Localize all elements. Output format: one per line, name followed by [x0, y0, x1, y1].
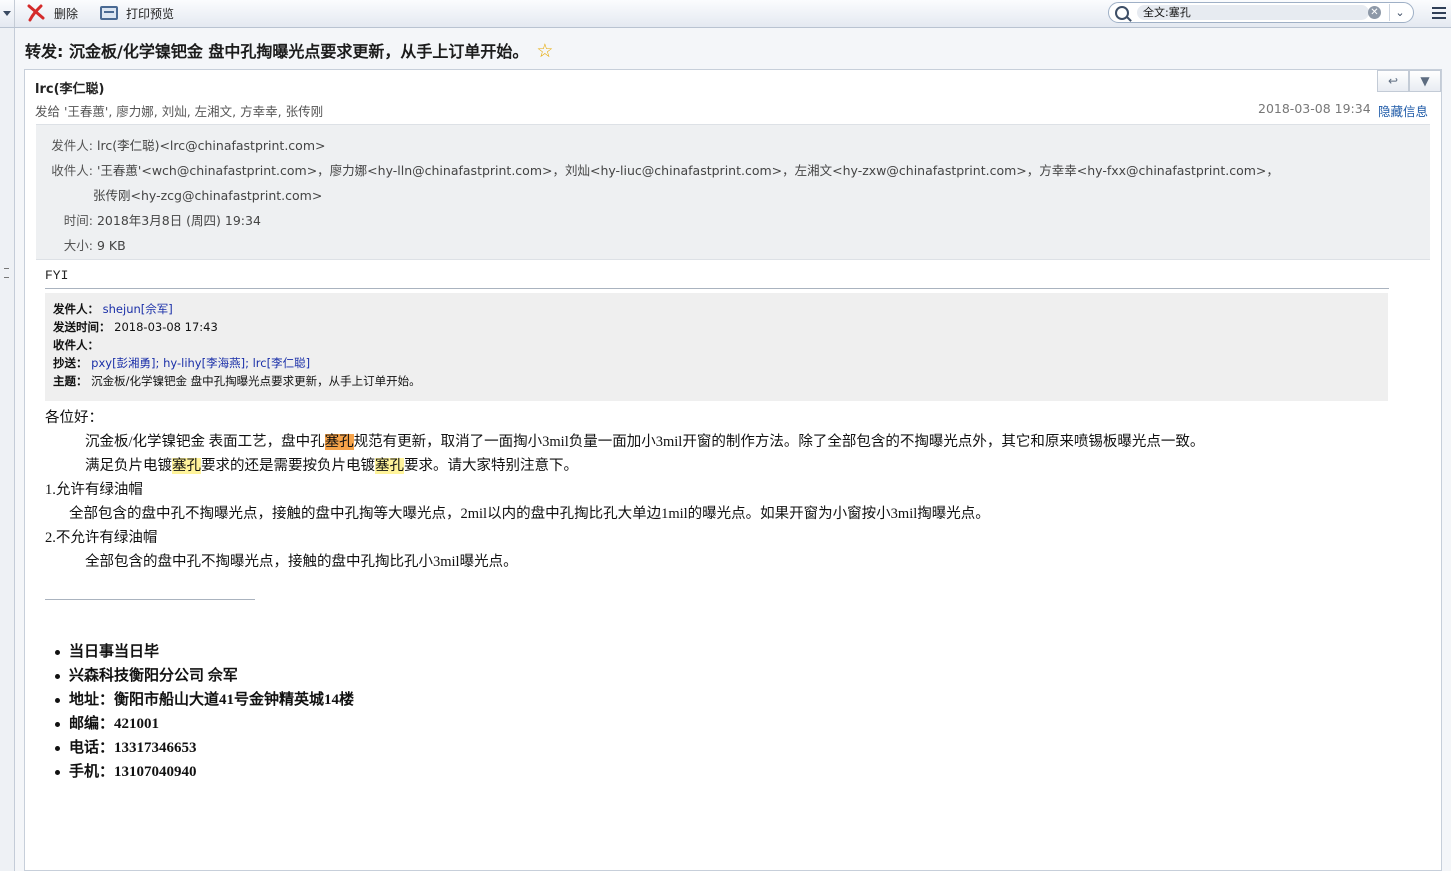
paragraph-2-text: 要求。请大家特别注意下。 — [404, 458, 578, 474]
detail-size-row: 大小: 9 KB — [36, 235, 126, 254]
subject-text: 转发: 沉金板/化学镍钯金 盘中孔掏曝光点要求更新，从手上订单开始。 — [25, 42, 529, 61]
quoted-subject-row: 主题： 沉金板/化学镍钯金 盘中孔掏曝光点要求更新，从手上订单开始。 — [53, 373, 421, 389]
signature-line: 地址：衡阳市船山大道41号金钟精英城14楼 — [54, 688, 354, 712]
search-highlight: 塞孔 — [172, 458, 201, 474]
left-pane-splitter[interactable] — [0, 28, 15, 871]
quoted-cc-row: 抄送： pxy[彭湘勇]; hy-lihy[李海燕]; lrc[李仁聪] — [53, 355, 310, 371]
star-icon[interactable]: ☆ — [536, 40, 553, 62]
quoted-cc-3[interactable]: lrc[李仁聪] — [253, 356, 310, 370]
heading-2: 2.不允许有绿油帽 — [45, 530, 158, 546]
delete-icon — [26, 4, 48, 22]
quoted-sent-value: 2018-03-08 17:43 — [114, 320, 218, 334]
detail-to-value-2[interactable]: 张传刚<hy-zcg@chinafastprint.com> — [93, 188, 322, 203]
signature-line: 电话：13317346653 — [54, 736, 354, 760]
search-icon — [1115, 6, 1129, 20]
detail-to-row: 收件人: '王春蕙'<wch@chinafastprint.com>，廖力娜<h… — [36, 160, 1279, 179]
delete-button[interactable]: 删除 — [26, 3, 78, 23]
heading-1: 1.允许有绿油帽 — [45, 482, 143, 498]
search-input[interactable] — [1137, 5, 1369, 20]
message-panel: lrc(李仁聪) 发给 '王春蕙', 廖力娜, 刘灿, 左湘文, 方幸幸, 张传… — [24, 69, 1442, 871]
signature-list: 当日事当日毕 兴森科技衡阳分公司 佘军 地址：衡阳市船山大道41号金钟精英城14… — [54, 640, 354, 784]
search-options-button[interactable]: ⌄ — [1389, 4, 1410, 21]
paragraph-2: 满足负片电镀塞孔要求的还是需要按负片电镀塞孔要求。请大家特别注意下。 — [85, 454, 578, 475]
message-actions: ↩ ▼ — [1377, 70, 1441, 92]
signature-separator — [45, 599, 255, 600]
search-box: ✕ ⌄ — [1108, 2, 1414, 23]
signature-line: 当日事当日毕 — [54, 640, 354, 664]
quoted-subject-value: 沉金板/化学镍钯金 盘中孔掏曝光点要求更新，从手上订单开始。 — [91, 374, 421, 388]
paragraph-4: 全部包含的盘中孔不掏曝光点，接触的盘中孔掏比孔小3mil曝光点。 — [85, 554, 518, 570]
paragraph-2-text: 要求的还是需要按负片电镀 — [201, 458, 375, 474]
quoted-sent-label: 发送时间： — [53, 320, 111, 334]
quoted-cc-label: 抄送： — [53, 356, 88, 370]
body-separator — [45, 288, 1389, 289]
paragraph-3: 全部包含的盘中孔不掏曝光点，接触的盘中孔掏等大曝光点，2mil以内的盘中孔掏比孔… — [69, 506, 990, 522]
toolbar: 删除 打印预览 ✕ ⌄ — [0, 0, 1451, 28]
signature-line: 邮编：421001 — [54, 712, 354, 736]
detail-time-value: 2018年3月8日 (周四) 19:34 — [96, 213, 261, 228]
greeting: 各位好： — [45, 410, 103, 426]
paragraph-2-text: 满足负片电镀 — [85, 458, 172, 474]
quoted-header: 发件人： shejun[佘军] 发送时间： 2018-03-08 17:43 收… — [45, 293, 1388, 401]
detail-to-label: 收件人: — [51, 163, 93, 178]
detail-time-row: 时间: 2018年3月8日 (周四) 19:34 — [36, 210, 261, 229]
signature-line: 兴森科技衡阳分公司 佘军 — [54, 664, 354, 688]
paragraph-1-text: 规范有更新，取消了一面掏小3mil负量一面加小3mil开窗的制作方法。除了全部包… — [353, 434, 1205, 450]
detail-from-label: 发件人: — [51, 138, 93, 153]
print-preview-button[interactable]: 打印预览 — [98, 3, 174, 23]
paragraph-1: 沉金板/化学镍钯金 表面工艺，盘中孔塞孔规范有更新，取消了一面掏小3mil负量一… — [85, 430, 1204, 451]
quoted-to-row: 收件人： — [53, 337, 99, 353]
print-preview-label: 打印预览 — [126, 6, 175, 21]
quoted-cc-1[interactable]: pxy[彭湘勇] — [91, 356, 155, 370]
quoted-sent-row: 发送时间： 2018-03-08 17:43 — [53, 319, 218, 335]
signature-line: 手机：13107040940 — [54, 760, 354, 784]
detail-size-value: 9 KB — [96, 238, 126, 253]
sender-name[interactable]: lrc(李仁聪) — [35, 78, 104, 97]
quoted-from-label: 发件人： — [53, 302, 99, 316]
splitter-grip-icon — [4, 268, 9, 278]
quoted-cc-separator: ; — [155, 356, 164, 370]
message-subject: 转发: 沉金板/化学镍钯金 盘中孔掏曝光点要求更新，从手上订单开始。 ☆ — [25, 38, 553, 62]
quoted-from-value[interactable]: shejun[佘军] — [103, 302, 173, 316]
delete-label: 删除 — [54, 6, 79, 21]
more-actions-button[interactable]: ▼ — [1409, 70, 1441, 92]
toolbar-dropdown[interactable] — [0, 0, 15, 27]
detail-to-value-1[interactable]: '王春蕙'<wch@chinafastprint.com>，廖力娜<hy-lln… — [97, 163, 1279, 178]
paragraph-1-text: 沉金板/化学镍钯金 表面工艺，盘中孔 — [85, 434, 325, 450]
hide-details-link[interactable]: 隐藏信息 — [1378, 101, 1428, 120]
clear-search-icon[interactable]: ✕ — [1368, 6, 1381, 19]
search-highlight-current: 塞孔 — [324, 434, 354, 450]
quoted-from-row: 发件人： shejun[佘军] — [53, 301, 173, 317]
menu-icon[interactable] — [1432, 5, 1448, 21]
quoted-cc-2[interactable]: hy-lihy[李海燕] — [163, 356, 245, 370]
search-highlight: 塞孔 — [375, 458, 404, 474]
detail-size-label: 大小: — [63, 238, 93, 253]
detail-from-value[interactable]: lrc(李仁聪)<lrc@chinafastprint.com> — [97, 138, 326, 153]
printer-icon — [98, 4, 120, 22]
recipients-summary: 发给 '王春蕙', 廖力娜, 刘灿, 左湘文, 方幸幸, 张传刚 — [35, 104, 324, 119]
detail-to-row-continued: 张传刚<hy-zcg@chinafastprint.com> — [93, 185, 322, 204]
message-datetime: 2018-03-08 19:34 — [1258, 101, 1371, 116]
fyi-text: FYI — [45, 268, 69, 283]
detail-time-label: 时间: — [63, 213, 93, 228]
quoted-cc-separator: ; — [245, 356, 253, 370]
header-details: 发件人: lrc(李仁聪)<lrc@chinafastprint.com> 收件… — [36, 124, 1430, 260]
quoted-subject-label: 主题： — [53, 374, 88, 388]
reply-button[interactable]: ↩ — [1377, 70, 1409, 92]
quoted-to-label: 收件人： — [53, 338, 99, 352]
detail-from-row: 发件人: lrc(李仁聪)<lrc@chinafastprint.com> — [36, 135, 325, 154]
